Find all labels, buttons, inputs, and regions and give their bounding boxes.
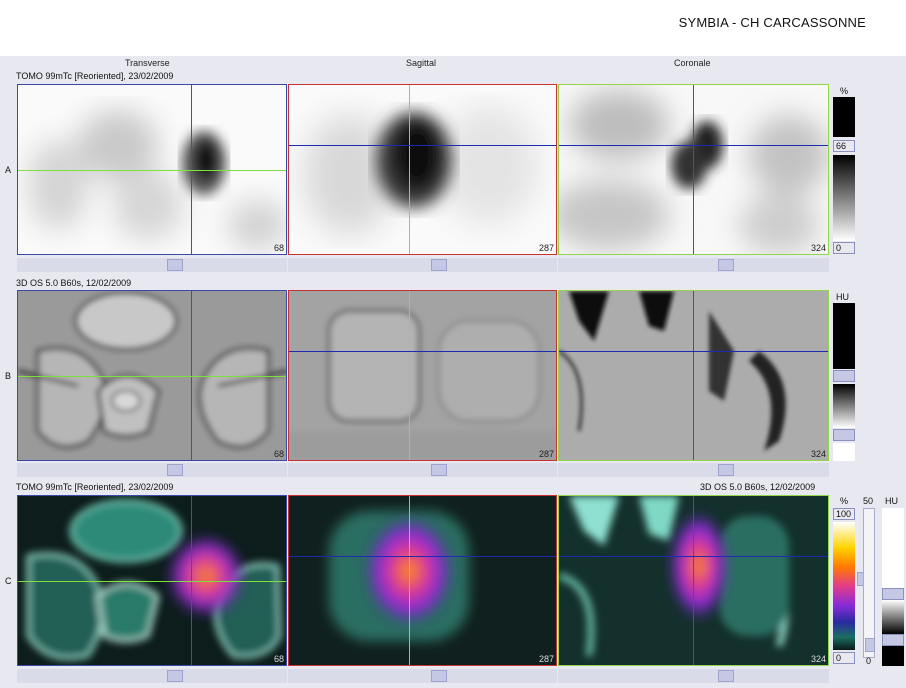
- slice-number: 324: [810, 243, 826, 253]
- scale-c-hu-bottom: [882, 646, 904, 666]
- scale-c-unit2: HU: [885, 496, 898, 506]
- slice-number: 68: [273, 654, 284, 664]
- scale-c-colormap[interactable]: [833, 522, 855, 650]
- scale-c-hu-handle-top[interactable]: [882, 588, 904, 600]
- viewport-b-sagittal[interactable]: 287: [288, 290, 557, 461]
- series-label-a: TOMO 99mTc [Reoriented], 23/02/2009: [16, 71, 174, 81]
- scale-a-level[interactable]: 66: [833, 140, 855, 152]
- slice-number: 287: [538, 243, 554, 253]
- slice-number: 324: [810, 449, 826, 459]
- scrollbar-c-coronal[interactable]: [558, 669, 829, 683]
- scale-b-gradient[interactable]: [833, 384, 855, 428]
- title-bar: SYMBIA - CH CARCASSONNE: [0, 0, 906, 56]
- scale-a-top: [833, 97, 855, 137]
- header-transverse: Transverse: [125, 58, 170, 68]
- series-label-c-right: 3D OS 5.0 B60s, 12/02/2009: [700, 482, 816, 492]
- scrollbar-c-sagittal[interactable]: [288, 669, 557, 683]
- viewport-b-transverse[interactable]: 68: [17, 290, 287, 461]
- scale-c-unit: %: [840, 496, 849, 506]
- scale-b-handle-bottom[interactable]: [833, 429, 855, 441]
- series-label-b: 3D OS 5.0 B60s, 12/02/2009: [16, 278, 132, 288]
- scale-b-handle-top[interactable]: [833, 370, 855, 382]
- row-label-a: A: [5, 165, 12, 175]
- scale-c-max[interactable]: 100: [833, 508, 855, 520]
- scale-c-fusion-slider[interactable]: [863, 508, 875, 658]
- header-coronal: Coronale: [674, 58, 711, 68]
- header-sagittal: Sagittal: [406, 58, 437, 68]
- slice-number: 287: [538, 654, 554, 664]
- scale-c-hu-top: [882, 508, 904, 588]
- slice-number: 68: [273, 449, 284, 459]
- scale-c-mid-label: 50: [863, 496, 874, 506]
- slice-number: 68: [273, 243, 284, 253]
- series-label-c-left: TOMO 99mTc [Reoriented], 23/02/2009: [16, 482, 174, 492]
- scrollbar-c-transverse[interactable]: [17, 669, 287, 683]
- viewport-a-transverse[interactable]: 68: [17, 84, 287, 255]
- row-label-b: B: [5, 371, 12, 381]
- slice-number: 287: [538, 449, 554, 459]
- scale-c-hu-handle-bottom[interactable]: [882, 634, 904, 646]
- scale-b-bottom: [833, 443, 855, 461]
- scale-c-hu-gradient[interactable]: [882, 600, 904, 634]
- scale-c-fusion-thumb[interactable]: [865, 638, 875, 652]
- scale-c-min[interactable]: 0: [833, 652, 855, 664]
- scale-a-min[interactable]: 0: [833, 242, 855, 254]
- scale-a-unit: %: [840, 86, 849, 96]
- viewport-c-coronal[interactable]: 324: [558, 495, 829, 666]
- scale-a-gradient[interactable]: [833, 155, 855, 241]
- scrollbar-b-sagittal[interactable]: [288, 463, 557, 477]
- viewport-c-transverse[interactable]: 68: [17, 495, 287, 666]
- scale-c-zero-label: 0: [866, 656, 872, 666]
- viewport-c-sagittal[interactable]: 287: [288, 495, 557, 666]
- viewport-a-sagittal[interactable]: 287: [288, 84, 557, 255]
- scrollbar-a-sagittal[interactable]: [288, 258, 557, 272]
- site-name: SYMBIA - CH CARCASSONNE: [678, 15, 866, 30]
- scrollbar-b-coronal[interactable]: [558, 463, 829, 477]
- scrollbar-a-coronal[interactable]: [558, 258, 829, 272]
- viewport-b-coronal[interactable]: 324: [558, 290, 829, 461]
- scrollbar-b-transverse[interactable]: [17, 463, 287, 477]
- scale-b-top: [833, 303, 855, 369]
- viewport-a-coronal[interactable]: 324: [558, 84, 829, 255]
- scrollbar-a-transverse[interactable]: [17, 258, 287, 272]
- row-label-c: C: [5, 576, 12, 586]
- scale-b-unit: HU: [836, 292, 849, 302]
- slice-number: 324: [810, 654, 826, 664]
